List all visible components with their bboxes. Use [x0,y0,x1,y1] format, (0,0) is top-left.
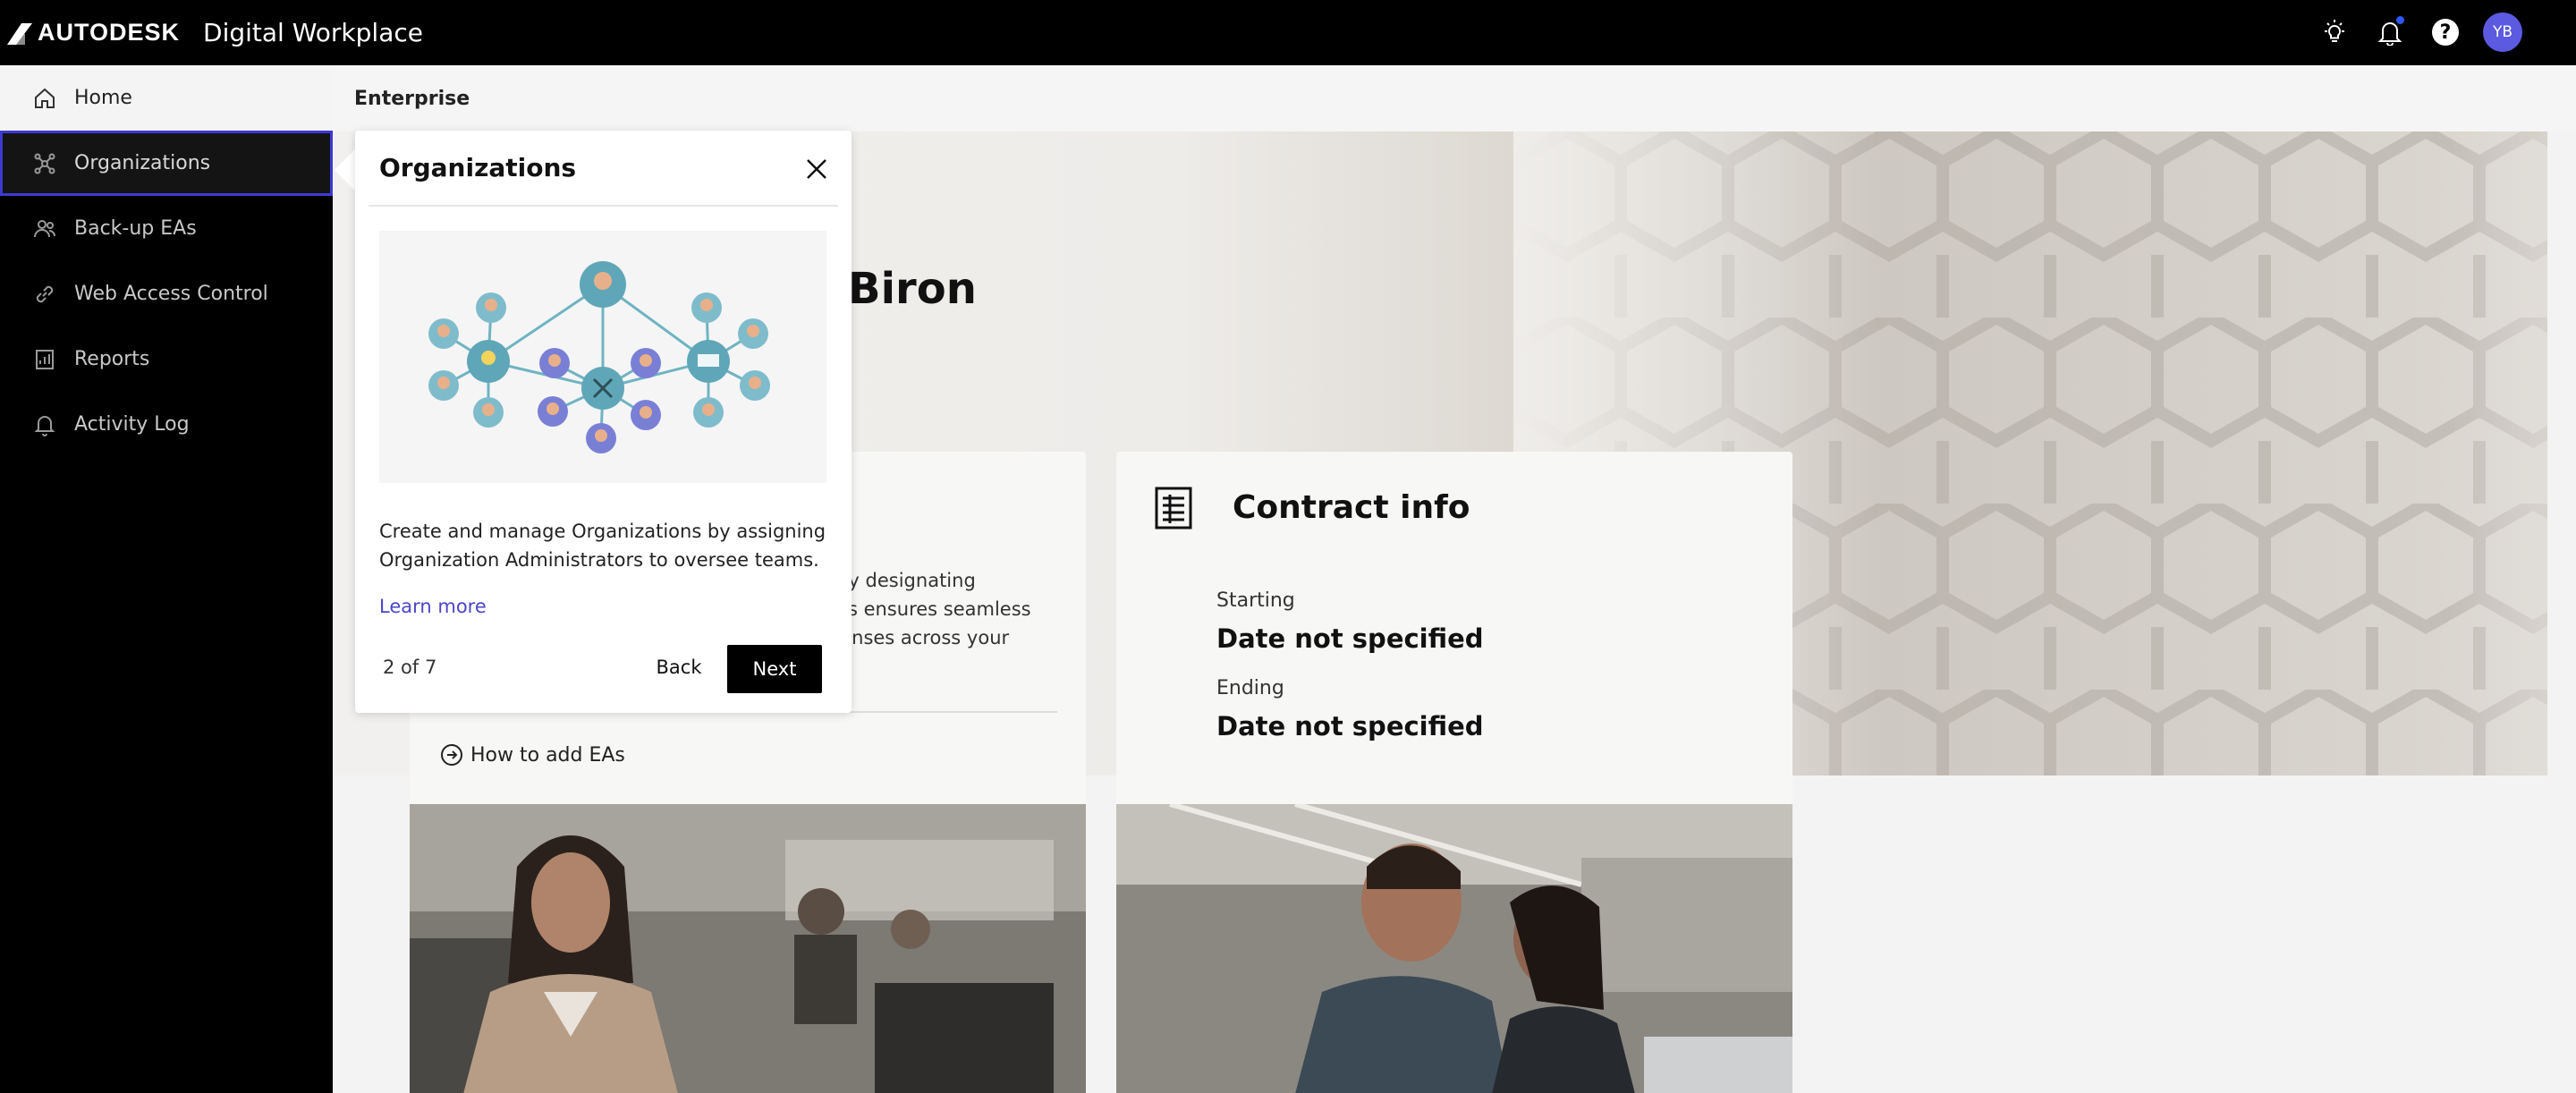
divider [369,205,838,207]
back-button[interactable]: Back [641,644,716,691]
hero-user-name: Biron [848,264,977,314]
ending-value: Date not specified [1216,711,1484,741]
notification-dot [2396,16,2404,24]
how-to-add-eas-label: How to add EAs [470,743,625,767]
arrow-circle-icon [441,744,462,766]
bell-icon [31,411,58,438]
brand-name: AUTODESK [38,19,181,46]
learn-more-link[interactable]: Learn more [379,596,487,617]
bell-icon[interactable] [2372,14,2408,50]
onboarding-popover: Organizations Create and manage Organiza… [355,131,852,713]
sidebar-item-label: Activity Log [74,413,190,436]
ending-label: Ending [1216,677,1284,699]
woman-office-photo [410,804,1086,1093]
sidebar-item-web-access-control[interactable]: Web Access Control [0,261,333,326]
document-icon [1155,487,1192,530]
sidebar-item-reports[interactable]: Reports [0,326,333,392]
overview-text-line: This ensures seamless [819,598,1031,620]
help-icon[interactable]: ? [2428,14,2463,50]
starting-label: Starting [1216,589,1295,612]
popover-title: Organizations [379,153,577,182]
users-icon [31,216,58,242]
sidebar-item-organizations[interactable]: Organizations [0,131,333,196]
starting-value: Date not specified [1216,623,1484,654]
overview-card-text: y by designating This ensures seamless l… [819,566,1070,652]
sidebar: Home Organizations Back-up EAs Web Acces… [0,65,333,1093]
sidebar-item-label: Web Access Control [74,283,268,305]
next-button[interactable]: Next [727,645,822,693]
home-icon [31,85,58,112]
contract-info-title: Contract info [1233,489,1470,526]
sidebar-item-home[interactable]: Home [0,65,333,131]
sidebar-item-label: Back-up EAs [74,217,197,240]
lightbulb-icon[interactable] [2317,14,2352,50]
organizations-icon [31,150,58,177]
overview-text-line: y by designating [819,570,976,591]
how-to-add-eas-link[interactable]: How to add EAs [440,743,625,767]
autodesk-logo[interactable]: AUTODESK [7,19,180,47]
reports-icon [31,346,58,373]
sidebar-item-activity-log[interactable]: Activity Log [0,392,333,457]
breadcrumb: Enterprise [333,65,2576,131]
overview-text-line: licenses across your [819,627,1010,648]
sidebar-item-label: Home [74,87,132,109]
popover-description: Create and manage Organizations by assig… [379,521,826,571]
sidebar-item-label: Organizations [74,152,211,174]
popover-arrow [335,148,356,191]
avatar[interactable]: YB [2483,13,2522,52]
team-meeting-photo [1116,804,1792,1093]
contract-info-card: Contract info Starting Date not specifie… [1116,452,1792,1093]
sidebar-item-backup-eas[interactable]: Back-up EAs [0,196,333,261]
link-icon [31,281,58,308]
top-bar: AUTODESK Digital Workplace ? YB [0,0,2576,65]
close-icon[interactable] [803,156,830,182]
sidebar-item-label: Reports [74,348,150,370]
step-indicator: 2 of 7 [383,657,437,678]
autodesk-logo-icon [7,22,32,45]
app-name: Digital Workplace [203,18,423,47]
organization-network-illustration [379,231,826,483]
